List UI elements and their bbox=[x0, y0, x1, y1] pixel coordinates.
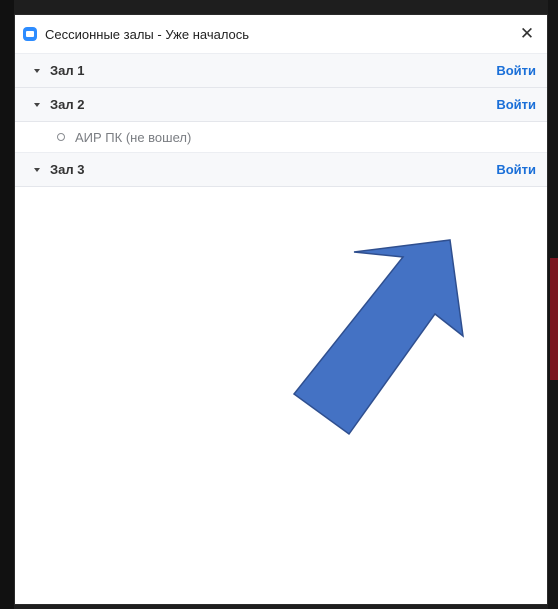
arrow-shape-icon bbox=[292, 239, 464, 436]
annotation-arrow bbox=[292, 239, 464, 436]
